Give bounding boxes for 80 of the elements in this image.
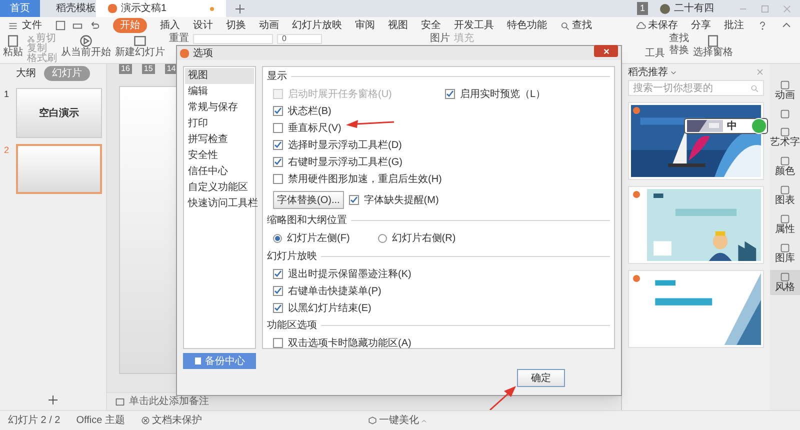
option-label: 以黑幻灯片结束(E) [288,302,372,316]
ruler-number: 14 [164,64,178,74]
option-label: 选择时显示浮动工具栏(D) [288,138,402,152]
menu-tab[interactable]: 幻灯片放映 [292,18,342,33]
option-label: 状态栏(B) [288,104,332,118]
document-tab[interactable]: 稻壳模板 [40,0,96,17]
menu-tab[interactable]: 设计 [193,18,213,33]
option-label: 垂直标尺(V) [288,122,342,136]
ruler-number: 16 [119,64,132,74]
option-label: 字体缺失提醒(M) [364,194,439,208]
dialog-title: 选项 [193,46,214,60]
category-item[interactable]: 拼写检查 [185,132,254,148]
play-button[interactable]: 从当前开始 [61,34,111,58]
slide-thumbnail[interactable]: 空白演示 [16,88,102,138]
replace-button[interactable]: 替换 [669,46,689,56]
panel-tab[interactable]: 大纲 [16,66,36,80]
category-item[interactable]: 安全性 [185,148,254,164]
pane-title: 稻壳推荐 [628,66,668,80]
reset-button[interactable]: 重置 [169,34,189,44]
side-tool[interactable]: 图表 [770,183,800,208]
option-label: 启动时展开任务窗格(U) [288,88,392,102]
comment-button[interactable]: 批注 [724,18,744,33]
menu-tab[interactable]: 插入 [160,18,180,33]
option-label: 双击选项卡时隐藏功能区(A) [288,336,412,350]
file-menu[interactable]: 文件 [8,18,42,33]
option-label: 右键时显示浮动工具栏(G) [288,156,402,170]
group-title: 功能区选项 [267,318,317,333]
option-label: 幻灯片左侧(F) [287,232,350,246]
menu-tab[interactable]: 开发工具 [454,18,494,33]
category-item[interactable]: 视图 [185,68,254,84]
menu-tab[interactable]: 安全 [421,18,441,33]
category-item[interactable]: 自定义功能区 [185,180,254,196]
option-label: 退出时提示保留墨迹注释(K) [288,268,412,282]
theme-name: Office 主题 [76,414,125,428]
paste-button[interactable]: 粘贴 [3,34,23,58]
ruler-number: 15 [142,64,155,74]
category-item[interactable]: 信任中心 [185,164,254,180]
new-slide-button[interactable]: 新建幻灯片 [115,34,165,58]
ok-button[interactable]: 确定 [517,369,565,387]
font-size-field[interactable]: 0 [277,34,322,44]
side-tool[interactable]: 艺术字 [770,125,800,150]
protection-status[interactable]: 文档未保护 [140,413,202,428]
menu-tab[interactable]: 特色功能 [507,18,547,33]
user-name[interactable]: 二十有四 [674,1,714,16]
side-tool[interactable]: 颜色 [770,154,800,179]
option-label: 幻灯片右侧(R) [392,232,456,246]
document-tab[interactable]: 首页 [0,0,40,17]
side-tool[interactable]: 属性 [770,212,800,237]
notification-badge[interactable]: 1 [636,2,648,16]
option-label: 禁用硬件图形加速，重启后生效(H) [288,172,442,186]
find-button[interactable]: 查找 [669,34,689,44]
option-label: 启用实时预览（L） [460,88,546,102]
menu-tab[interactable]: 审阅 [355,18,375,33]
notes-placeholder[interactable]: 单击此处添加备注 [129,394,209,409]
menu-tab[interactable]: 切换 [226,18,246,33]
beautify-button[interactable]: 一键美化 [368,413,427,428]
menu-tab[interactable]: 视图 [388,18,408,33]
font-substitution-button[interactable]: 字体替换(O)... [273,191,344,209]
document-tab[interactable]: 演示文稿1 [96,0,226,17]
group-title: 显示 [267,70,287,84]
slide-number: 2 [4,144,10,157]
category-item[interactable]: 编辑 [185,84,254,100]
unsaved-status[interactable]: 未保存 [636,18,678,33]
slide-number: 1 [4,88,10,101]
side-tool[interactable]: 动画 [770,78,800,103]
side-tool[interactable]: 图库 [770,241,800,266]
tools-button[interactable]: 工具 [645,49,665,59]
side-tool[interactable]: 风格 [770,270,800,295]
search-button[interactable]: 查找 [560,18,592,33]
category-item[interactable]: 常规与保存 [185,100,254,116]
slide-count: 幻灯片 2 / 2 [8,414,60,428]
group-title: 缩略图和大纲位置 [267,214,347,228]
picture-button[interactable]: 图片 [430,34,450,44]
share-button[interactable]: 分享 [691,18,711,33]
option-label: 右键单击快捷菜单(P) [288,284,382,298]
selection-pane-button[interactable]: 选择窗格 [693,34,733,58]
menu-tab[interactable]: 动画 [259,18,279,33]
group-title: 幻灯片放映 [267,250,317,264]
slide-title: 空白演示 [39,106,79,120]
category-item[interactable]: 打印 [185,116,254,132]
